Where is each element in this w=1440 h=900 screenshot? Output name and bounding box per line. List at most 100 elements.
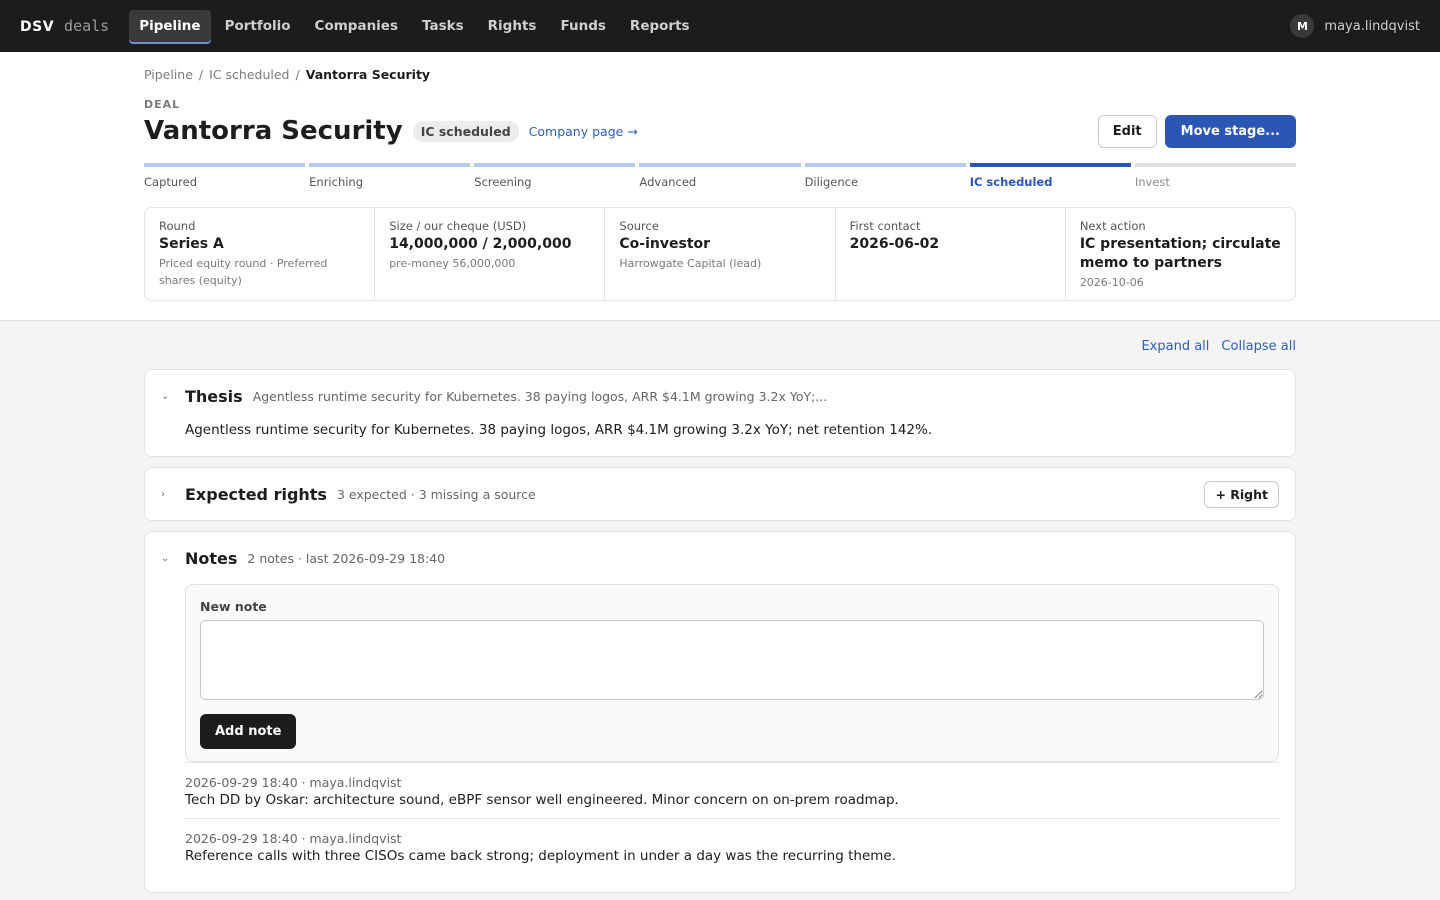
collapse-all-link[interactable]: Collapse all xyxy=(1221,339,1296,359)
section-summary: 2 notes · last 2026-09-29 18:40 xyxy=(247,550,446,566)
top-nav-bar: DSV deals Pipeline Portfolio Companies T… xyxy=(0,0,1440,52)
stage-badge: IC scheduled xyxy=(412,120,519,142)
rights-section: › Expected rights 3 expected · 3 missing… xyxy=(144,467,1296,521)
deal-facts: Round Series A Priced equity round · Pre… xyxy=(144,207,1296,301)
nav-rights[interactable]: Rights xyxy=(478,10,547,42)
chevron-right-icon[interactable]: › xyxy=(161,489,185,500)
stage-label: Captured xyxy=(144,175,198,189)
stage-bar xyxy=(309,163,471,167)
list-item: 2026-09-29 18:40 · maya.lindqvist Tech D… xyxy=(185,762,1279,818)
fact-key: Round xyxy=(159,219,196,233)
move-stage-button[interactable]: Move stage... xyxy=(1164,114,1296,148)
fact-key: Next action xyxy=(1079,219,1146,233)
fact-value: 2026-06-02 xyxy=(849,236,940,252)
fact-key: Source xyxy=(619,219,659,233)
notes-header[interactable]: ⌄ Notes 2 notes · last 2026-09-29 18:40 xyxy=(145,532,1295,584)
stage-bar xyxy=(969,163,1131,167)
fact-next-action: Next action IC presentation; circulate m… xyxy=(1066,208,1295,300)
thesis-body: Agentless runtime security for Kubernete… xyxy=(185,422,933,438)
list-item: 2026-09-29 18:40 · maya.lindqvist Refere… xyxy=(185,818,1279,874)
breadcrumb-separator: / xyxy=(198,67,204,82)
nav-reports[interactable]: Reports xyxy=(620,10,700,42)
rights-header[interactable]: › Expected rights 3 expected · 3 missing… xyxy=(145,468,1295,520)
fact-value: Series A xyxy=(159,236,224,252)
deal-header: Pipeline / IC scheduled / Vantorra Secur… xyxy=(0,52,1440,321)
page-title: Vantorra Security xyxy=(144,116,403,146)
note-text: Reference calls with three CISOs came ba… xyxy=(185,848,896,864)
fact-sub: Harrowgate Capital (lead) xyxy=(619,257,762,270)
stage-bar xyxy=(639,163,801,167)
nav-funds[interactable]: Funds xyxy=(550,10,615,42)
stage-label: Enriching xyxy=(309,175,364,189)
stage-label: Screening xyxy=(474,175,532,189)
notes-section: ⌄ Notes 2 notes · last 2026-09-29 18:40 … xyxy=(144,531,1296,893)
stage-label: Diligence xyxy=(804,175,859,189)
stage-progress: Captured Enriching Screening Advanced Di… xyxy=(144,163,1296,189)
fact-sub: 2026-10-06 xyxy=(1079,276,1144,289)
note-composer: New note Add note xyxy=(185,584,1279,762)
stage-invest: Invest xyxy=(1134,163,1296,189)
brand-word: deals xyxy=(64,17,110,35)
user-menu[interactable]: M maya.lindqvist xyxy=(1290,14,1420,38)
deal-body: Expand all Collapse all ⌄ Thesis Agentle… xyxy=(144,321,1296,893)
new-note-input[interactable] xyxy=(200,620,1264,700)
stage-label: Advanced xyxy=(639,175,697,189)
thesis-section: ⌄ Thesis Agentless runtime security for … xyxy=(144,369,1296,457)
add-right-button[interactable]: + Right xyxy=(1204,480,1279,508)
breadcrumb-stage[interactable]: IC scheduled xyxy=(209,67,289,82)
stage-bar xyxy=(144,163,306,167)
brand-mark: DSV xyxy=(20,19,55,35)
stage-captured: Captured xyxy=(144,163,306,189)
expand-all-link[interactable]: Expand all xyxy=(1141,339,1209,359)
nav-pipeline[interactable]: Pipeline xyxy=(129,10,211,42)
fact-round: Round Series A Priced equity round · Pre… xyxy=(145,208,376,300)
nav-tasks[interactable]: Tasks xyxy=(412,10,474,42)
note-text: Tech DD by Oskar: architecture sound, eB… xyxy=(185,792,899,808)
section-summary: 3 expected · 3 missing a source xyxy=(336,486,536,502)
fact-value: IC presentation; circulate memo to partn… xyxy=(1079,236,1281,271)
fact-source: Source Co-investor Harrowgate Capital (l… xyxy=(605,208,836,300)
breadcrumb-separator: / xyxy=(295,67,300,82)
chevron-down-icon[interactable]: ⌄ xyxy=(161,391,185,402)
new-note-label: New note xyxy=(200,599,267,614)
breadcrumb-current: Vantorra Security xyxy=(305,67,431,82)
stage-diligence: Diligence xyxy=(804,163,966,189)
stage-label: IC scheduled xyxy=(969,175,1053,189)
company-page-link[interactable]: Company page → xyxy=(529,124,638,139)
nav-companies[interactable]: Companies xyxy=(305,10,408,42)
stage-bar xyxy=(474,163,636,167)
fact-sub: Priced equity round · Preferred shares (… xyxy=(159,257,328,287)
note-meta: 2026-09-29 18:40 · maya.lindqvist xyxy=(185,775,402,790)
avatar: M xyxy=(1290,14,1315,38)
stage-enriching: Enriching xyxy=(309,163,471,189)
stage-screening: Screening xyxy=(474,163,636,189)
breadcrumb-pipeline[interactable]: Pipeline xyxy=(144,67,193,82)
section-title: Expected rights xyxy=(185,484,327,504)
note-meta: 2026-09-29 18:40 · maya.lindqvist xyxy=(185,831,402,846)
nav-portfolio[interactable]: Portfolio xyxy=(215,10,301,42)
edit-button[interactable]: Edit xyxy=(1097,114,1157,148)
page-eyebrow: DEAL xyxy=(144,98,181,111)
chevron-down-icon[interactable]: ⌄ xyxy=(161,553,185,564)
fact-sub: pre-money 56,000,000 xyxy=(389,257,516,270)
stage-bar xyxy=(804,163,966,167)
breadcrumb: Pipeline / IC scheduled / Vantorra Secur… xyxy=(144,52,1296,82)
fact-key: First contact xyxy=(849,219,921,233)
thesis-header[interactable]: ⌄ Thesis Agentless runtime security for … xyxy=(145,370,1295,422)
add-note-button[interactable]: Add note xyxy=(200,714,297,749)
fact-key: Size / our cheque (USD) xyxy=(389,219,527,233)
stage-bar xyxy=(1134,163,1296,167)
section-title: Notes xyxy=(185,548,238,568)
stage-advanced: Advanced xyxy=(639,163,801,189)
user-name: maya.lindqvist xyxy=(1324,18,1420,34)
stage-label: Invest xyxy=(1134,175,1170,189)
app-logo[interactable]: DSV deals xyxy=(20,17,109,35)
section-title: Thesis xyxy=(185,386,243,406)
fact-first-contact: First contact 2026-06-02 xyxy=(836,208,1066,300)
fact-size: Size / our cheque (USD) 14,000,000 / 2,0… xyxy=(375,208,606,300)
stage-ic-scheduled: IC scheduled xyxy=(969,163,1131,189)
fact-value: Co-investor xyxy=(619,236,711,252)
notes-body: New note Add note 2026-09-29 18:40 · may… xyxy=(145,584,1295,892)
section-tools: Expand all Collapse all xyxy=(144,339,1296,359)
main-nav: Pipeline Portfolio Companies Tasks Right… xyxy=(129,10,699,42)
